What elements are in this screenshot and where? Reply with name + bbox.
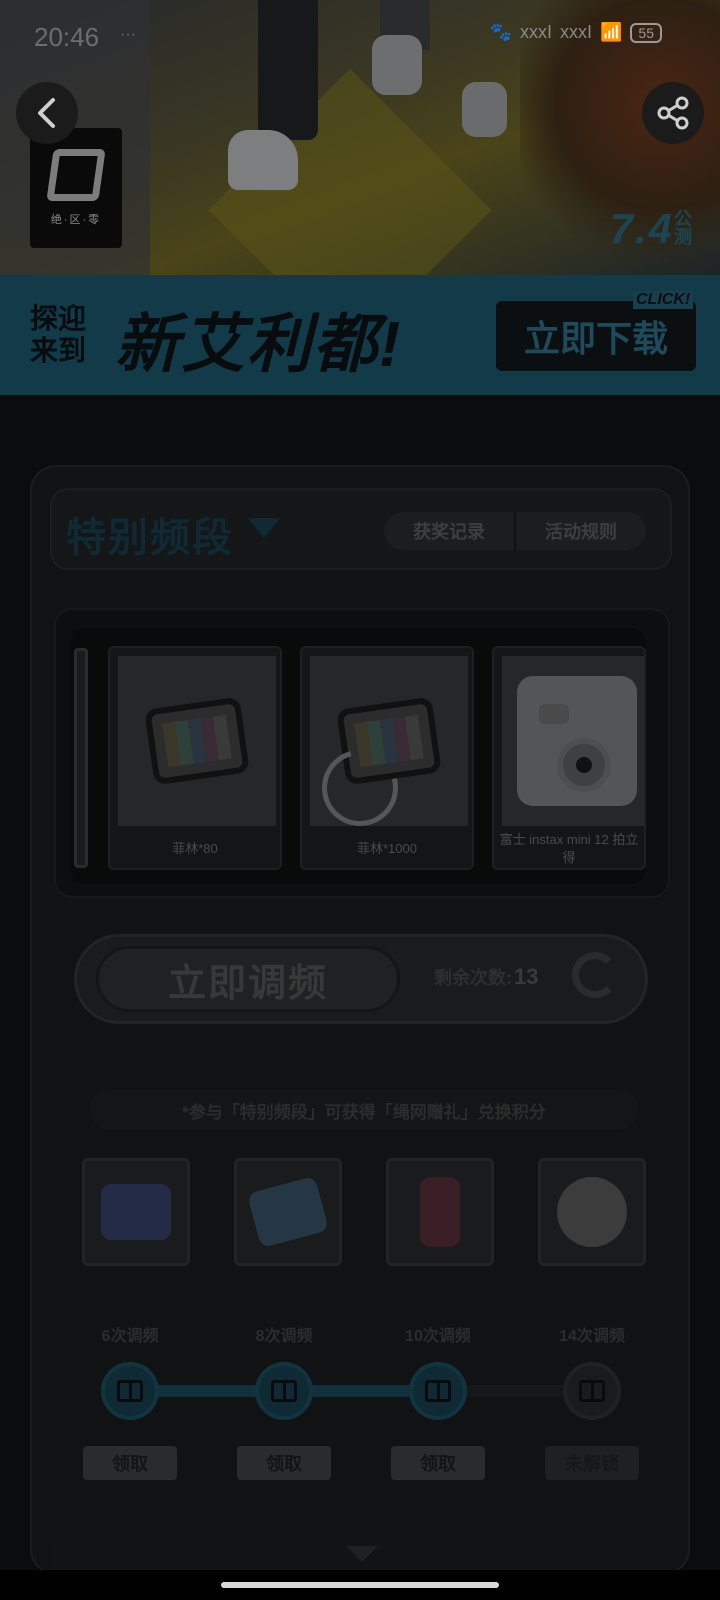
download-button[interactable]: 立即下载	[496, 301, 696, 371]
status-icons: 🐾 xxxI xxxI 📶 55	[490, 22, 662, 43]
prize-name: 菲林*1000	[357, 841, 417, 856]
remaining-number: 13	[514, 964, 539, 989]
spray-can-icon	[420, 1177, 460, 1247]
share-button[interactable]	[642, 82, 704, 144]
share-icon	[657, 96, 689, 130]
instant-camera-icon	[517, 676, 637, 806]
notification-dots: ···	[120, 26, 136, 43]
milestone-label: 10次调频	[405, 1328, 471, 1345]
reward-item[interactable]	[538, 1158, 646, 1266]
gift-icon	[271, 1380, 297, 1402]
tape-reel-icon	[101, 1184, 171, 1240]
milestone-label: 14次调频	[559, 1328, 625, 1345]
battery-indicator: 55	[630, 22, 662, 43]
prize-image	[118, 656, 276, 826]
tune-now-button[interactable]: 立即调频	[96, 946, 400, 1012]
wheel-icon	[557, 1177, 627, 1247]
reward-item[interactable]	[82, 1158, 190, 1266]
film-tv-icon	[144, 696, 250, 786]
back-button[interactable]	[16, 82, 78, 144]
locked-button[interactable]: 未解锁	[545, 1446, 639, 1480]
prize-card: 菲林*80	[108, 646, 282, 870]
prize-card-partial	[74, 648, 88, 868]
dropdown-triangle-icon[interactable]	[248, 518, 280, 538]
click-tag: CLICK!	[633, 291, 694, 309]
claim-button[interactable]: 领取	[83, 1446, 177, 1480]
claim-button[interactable]: 领取	[237, 1446, 331, 1480]
hero-character-shoe	[228, 130, 298, 190]
event-title[interactable]: 特别频段	[66, 505, 234, 563]
milestone-label: 6次调频	[101, 1328, 159, 1345]
header-actions: 获奖记录 活动规则	[384, 512, 646, 550]
gift-icon	[579, 1380, 605, 1402]
logo-text: 绝·区·零	[50, 214, 102, 226]
chevron-down-icon[interactable]	[346, 1546, 378, 1562]
prize-card: 富士 instax mini 12 拍立得	[492, 646, 646, 870]
records-button[interactable]: 获奖记录	[384, 512, 514, 550]
signal-text-1: xxxI	[519, 22, 552, 42]
chevron-left-icon	[38, 98, 55, 128]
refresh-icon[interactable]	[572, 952, 618, 998]
reward-item[interactable]	[234, 1158, 342, 1266]
prize-name: 菲林*80	[172, 841, 218, 856]
logo-glyph-icon	[46, 149, 106, 201]
milestone-node	[563, 1362, 621, 1420]
game-logo: 绝·区·零	[30, 128, 122, 248]
status-bar: 20:46 ··· 🐾 xxxI xxxI 📶 55	[0, 18, 720, 52]
home-indicator[interactable]	[221, 1582, 499, 1588]
prize-image	[502, 656, 644, 826]
banner-small-text: 探迎来到	[30, 303, 87, 366]
prize-card: 菲林*1000	[300, 646, 474, 870]
device-icon	[246, 1175, 330, 1249]
gift-icon	[117, 1380, 143, 1402]
milestone-node	[409, 1362, 467, 1420]
launch-date: 7.4	[609, 205, 674, 252]
milestone-node	[101, 1362, 159, 1420]
milestone-node	[255, 1362, 313, 1420]
rules-button[interactable]: 活动规则	[514, 512, 646, 550]
launch-date-suffix: 公测	[674, 209, 692, 247]
milestone-label: 8次调频	[255, 1328, 313, 1345]
download-banner[interactable]: 探迎来到 新艾利都! 立即下载 CLICK!	[0, 275, 720, 395]
remaining-label: 剩余次数:	[434, 968, 512, 988]
gift-icon	[425, 1380, 451, 1402]
hero-character-shoe	[462, 82, 507, 137]
reward-item[interactable]	[386, 1158, 494, 1266]
remaining-count: 剩余次数:13	[434, 964, 538, 990]
claim-button[interactable]: 领取	[391, 1446, 485, 1480]
paw-icon: 🐾	[489, 22, 512, 42]
points-notice: *参与「特别频段」可获得「绳网赠礼」兑换积分	[90, 1090, 638, 1130]
prize-name: 富士 instax mini 12 拍立得	[499, 832, 639, 865]
wifi-icon: 📶	[600, 22, 623, 42]
signal-text-2: xxxI	[559, 22, 592, 42]
banner-headline: 新艾利都!	[115, 308, 403, 380]
status-time: 20:46	[34, 22, 100, 52]
